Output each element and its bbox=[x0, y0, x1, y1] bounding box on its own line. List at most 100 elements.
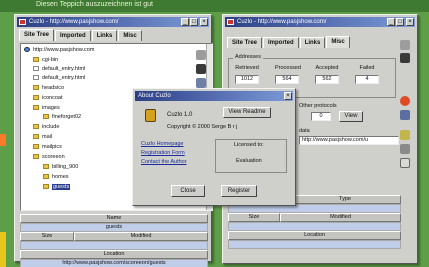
app-icon bbox=[19, 19, 26, 25]
globe-icon bbox=[24, 47, 30, 53]
minimize-button[interactable]: _ bbox=[181, 18, 189, 26]
tab-links[interactable]: Links bbox=[91, 30, 118, 41]
licensed-to-label: Licensed to: bbox=[234, 142, 264, 148]
url-field[interactable]: http://www.pasjshow.com/u bbox=[299, 136, 399, 145]
view-readme-button[interactable]: View Readme bbox=[223, 107, 271, 118]
file-icon bbox=[33, 75, 39, 81]
size-column-header: Size bbox=[228, 213, 280, 222]
processed-label: Processed bbox=[275, 65, 301, 71]
left-tab-strip: Site Tree Imported Links Misc bbox=[19, 29, 143, 42]
tree-item[interactable]: mail bbox=[33, 133, 52, 141]
right-tab-strip: Site Tree Imported Links Misc bbox=[227, 36, 351, 49]
tab-imported[interactable]: Imported bbox=[263, 37, 299, 48]
close-button[interactable]: × bbox=[406, 18, 414, 26]
save-icon[interactable] bbox=[196, 64, 206, 74]
tree-item[interactable]: homes bbox=[43, 173, 69, 181]
tab-site-tree[interactable]: Site Tree bbox=[19, 29, 55, 41]
view-button[interactable]: View bbox=[339, 111, 363, 122]
left-title-bar: Cuzlo - http://www.pasjshow.com/ _ □ × bbox=[17, 17, 209, 27]
other-protocols-label: Other protocols bbox=[299, 103, 337, 109]
save-icon[interactable] bbox=[400, 53, 410, 63]
folder-icon bbox=[33, 105, 39, 111]
toolbar-icon[interactable] bbox=[400, 144, 410, 154]
tree-item[interactable]: images bbox=[33, 104, 60, 112]
folder-icon bbox=[33, 124, 39, 130]
location-value: http://www.pasjshow.com/scoreeon/guests bbox=[20, 259, 208, 267]
tree-item[interactable]: include bbox=[33, 123, 59, 131]
tab-misc[interactable]: Misc bbox=[326, 36, 350, 48]
tab-misc[interactable]: Misc bbox=[118, 30, 142, 41]
top-caption: Diesen Teppich auszuzeichnen ist gut bbox=[36, 1, 154, 8]
contact-author-link[interactable]: Contact the Author bbox=[141, 159, 187, 165]
size-column-header: Size bbox=[20, 232, 74, 241]
tree-item[interactable]: cgi-bin bbox=[33, 56, 58, 64]
toolbar-icon[interactable] bbox=[400, 130, 410, 140]
homepage-link[interactable]: Cuzlo Homepage bbox=[141, 141, 184, 147]
toolbar-icon[interactable] bbox=[196, 78, 206, 88]
tab-imported[interactable]: Imported bbox=[55, 30, 91, 41]
folder-icon bbox=[33, 154, 39, 160]
about-dialog: About Cuzlo × Cuzlo 1.0 View Readme Copy… bbox=[132, 88, 296, 206]
folder-icon bbox=[33, 134, 39, 140]
maximize-button[interactable]: □ bbox=[396, 18, 404, 26]
modified-column-header: Modified bbox=[74, 232, 208, 241]
close-button[interactable]: × bbox=[200, 18, 208, 26]
toolbar-icon[interactable] bbox=[400, 158, 410, 168]
app-logo-icon bbox=[145, 109, 156, 122]
other-protocols-value: 0 bbox=[311, 112, 331, 121]
retrieved-value: 1012 bbox=[235, 75, 259, 84]
toolbar-icon[interactable] bbox=[400, 40, 410, 50]
name-column-header: Name bbox=[20, 214, 208, 223]
stop-icon[interactable] bbox=[400, 96, 410, 106]
tree-item[interactable]: fineforget02 bbox=[43, 113, 81, 121]
folder-icon bbox=[43, 114, 49, 120]
modified-column-header: Modified bbox=[280, 213, 401, 222]
minimize-button[interactable]: _ bbox=[387, 18, 395, 26]
tab-site-tree[interactable]: Site Tree bbox=[227, 37, 263, 48]
tree-item[interactable]: default_entry.html bbox=[33, 65, 85, 73]
location-value-row bbox=[228, 240, 401, 249]
tree-item[interactable]: billing_900 bbox=[43, 163, 78, 171]
folder-icon bbox=[43, 164, 49, 170]
tree-item-selected[interactable]: guests bbox=[43, 183, 71, 191]
tab-links[interactable]: Links bbox=[299, 37, 326, 48]
toolbar-icon[interactable] bbox=[400, 110, 410, 120]
app-icon bbox=[227, 19, 234, 25]
folder-icon bbox=[33, 57, 39, 63]
right-title-bar: Cuzlo - http://www.pasjshow.com/ _ □ × bbox=[225, 17, 415, 27]
close-dialog-button[interactable]: Close bbox=[171, 185, 205, 197]
folder-icon bbox=[43, 184, 49, 190]
yellow-side-bar bbox=[0, 232, 6, 267]
licensed-to-value: Evaluation bbox=[236, 158, 262, 164]
tree-item-root[interactable]: http://www.pasjshow.com bbox=[24, 46, 94, 54]
toolbar-icon[interactable] bbox=[196, 50, 206, 60]
processed-value: 564 bbox=[275, 75, 299, 84]
folder-icon bbox=[33, 144, 39, 150]
tree-item[interactable]: iconcoat bbox=[33, 94, 63, 102]
register-button[interactable]: Register bbox=[221, 185, 257, 197]
folder-icon bbox=[33, 95, 39, 101]
location-column-header: Location bbox=[228, 231, 401, 240]
left-window-title: Cuzlo - http://www.pasjshow.com/ bbox=[29, 19, 119, 25]
version-label: Cuzlo 1.0 bbox=[167, 112, 193, 118]
license-group: Licensed to: Evaluation bbox=[215, 139, 287, 173]
size-modified-row bbox=[228, 222, 401, 231]
about-dialog-title: About Cuzlo bbox=[138, 93, 171, 99]
location-column-header: Location bbox=[20, 250, 208, 259]
failed-value: 4 bbox=[355, 75, 379, 84]
retrieved-label: Retrieved bbox=[235, 65, 259, 71]
accepted-value: 562 bbox=[315, 75, 339, 84]
addresses-label: Addresses bbox=[233, 54, 263, 60]
tree-item[interactable]: default_entry.html bbox=[33, 74, 85, 82]
maximize-button[interactable]: □ bbox=[190, 18, 198, 26]
close-button[interactable]: × bbox=[284, 92, 292, 100]
folder-icon bbox=[43, 174, 49, 180]
tree-item[interactable]: scoreeon bbox=[33, 153, 65, 161]
size-modified-row bbox=[20, 241, 208, 250]
magazine-top-strip: Diesen Teppich auszuzeichnen ist gut bbox=[0, 0, 429, 12]
tree-item[interactable]: mailpics bbox=[33, 143, 62, 151]
registration-form-link[interactable]: Registration Form bbox=[141, 150, 185, 156]
tree-item[interactable]: headsico bbox=[33, 84, 64, 92]
copyright-label: Copyright © 2000 Serge B r j bbox=[167, 124, 238, 130]
about-title-bar: About Cuzlo × bbox=[135, 91, 293, 101]
